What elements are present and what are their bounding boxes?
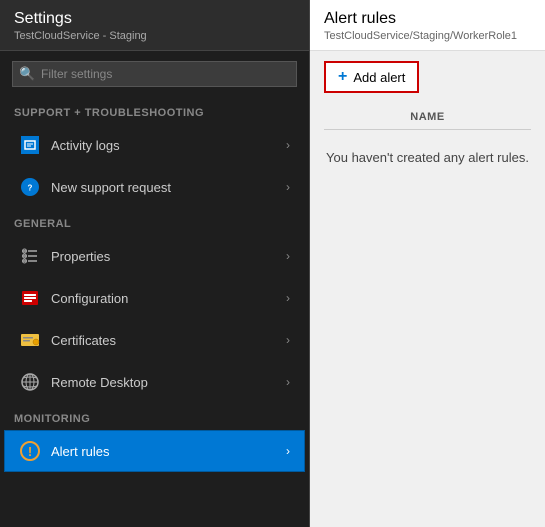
- properties-icon: [19, 245, 41, 267]
- sidebar-item-label: Remote Desktop: [51, 375, 286, 390]
- plus-icon: +: [338, 68, 347, 86]
- section-label-support: SUPPORT + TROUBLESHOOTING: [0, 97, 309, 124]
- chevron-icon: ›: [286, 180, 290, 194]
- chevron-icon: ›: [286, 249, 290, 263]
- left-panel-header: Settings TestCloudService - Staging: [0, 0, 309, 51]
- section-label-general: GENERAL: [0, 208, 309, 235]
- sidebar-item-certificates[interactable]: Certificates ›: [4, 319, 305, 361]
- section-label-monitoring: MONITORING: [0, 403, 309, 430]
- svg-text:?: ?: [28, 184, 33, 193]
- right-panel-header: Alert rules TestCloudService/Staging/Wor…: [310, 0, 545, 51]
- sidebar-item-activity-logs[interactable]: Activity logs ›: [4, 124, 305, 166]
- right-content: NAME You haven't created any alert rules…: [310, 103, 545, 185]
- sidebar-item-alert-rules[interactable]: ! Alert rules ›: [4, 430, 305, 472]
- add-alert-label: Add alert: [353, 70, 405, 85]
- chevron-icon: ›: [286, 291, 290, 305]
- sidebar-item-label: Activity logs: [51, 138, 286, 153]
- svg-text:!: !: [28, 444, 32, 459]
- sidebar-item-label: Properties: [51, 249, 286, 264]
- config-icon: [19, 287, 41, 309]
- search-input[interactable]: [12, 61, 297, 87]
- search-icon: 🔍: [19, 66, 35, 82]
- cert-icon: [19, 329, 41, 351]
- left-panel: Settings TestCloudService - Staging 🔍 SU…: [0, 0, 310, 527]
- add-alert-button[interactable]: + Add alert: [324, 61, 419, 93]
- column-header-name: NAME: [324, 103, 531, 130]
- sidebar-item-new-support-request[interactable]: ? New support request ›: [4, 166, 305, 208]
- sidebar-item-label: Configuration: [51, 291, 286, 306]
- left-panel-title: Settings: [14, 10, 295, 28]
- right-panel-title: Alert rules: [324, 10, 531, 28]
- chevron-icon: ›: [286, 375, 290, 389]
- sidebar-item-remote-desktop[interactable]: Remote Desktop ›: [4, 361, 305, 403]
- sidebar-item-label: New support request: [51, 180, 286, 195]
- search-box[interactable]: 🔍: [12, 61, 297, 87]
- empty-state-message: You haven't created any alert rules.: [324, 130, 531, 185]
- remote-desktop-icon: [19, 371, 41, 393]
- support-icon: ?: [19, 176, 41, 198]
- chevron-icon: ›: [286, 333, 290, 347]
- sidebar-item-label: Certificates: [51, 333, 286, 348]
- right-panel: Alert rules TestCloudService/Staging/Wor…: [310, 0, 545, 527]
- sidebar-item-label: Alert rules: [51, 444, 286, 459]
- activity-icon: [19, 134, 41, 156]
- right-panel-subtitle: TestCloudService/Staging/WorkerRole1: [324, 30, 531, 42]
- sidebar-item-properties[interactable]: Properties ›: [4, 235, 305, 277]
- chevron-icon: ›: [286, 138, 290, 152]
- left-panel-subtitle: TestCloudService - Staging: [14, 30, 295, 42]
- chevron-icon: ›: [286, 444, 290, 458]
- sidebar-item-configuration[interactable]: Configuration ›: [4, 277, 305, 319]
- alert-icon: !: [19, 440, 41, 462]
